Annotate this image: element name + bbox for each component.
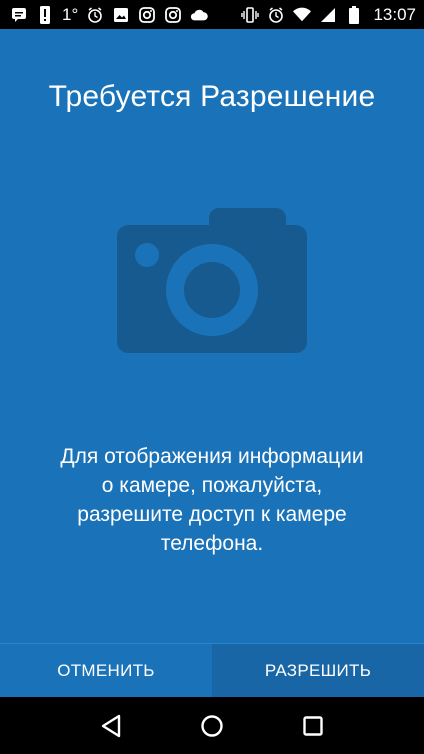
- message-line: Для отображения информации: [60, 445, 364, 468]
- cancel-button[interactable]: ОТМЕНИТЬ: [0, 644, 212, 697]
- dialog-title: Требуется Разрешение: [48, 80, 376, 113]
- recents-icon[interactable]: [298, 711, 328, 741]
- status-right-group: 13:07: [241, 5, 416, 25]
- status-left-group: 1°: [10, 4, 209, 24]
- signal-icon: [319, 6, 337, 24]
- dialog-message: Для отображения информации о камере, пож…: [20, 442, 404, 558]
- status-clock: 13:07: [373, 4, 416, 24]
- home-icon[interactable]: [197, 711, 227, 741]
- status-bar: 1° 13:07: [0, 0, 424, 29]
- alarm-icon: [86, 6, 104, 24]
- message-line: о камере, пожалуйста,: [101, 474, 323, 497]
- instagram-icon: [164, 6, 182, 24]
- back-icon[interactable]: [96, 711, 126, 741]
- image-icon: [112, 6, 130, 24]
- instagram-icon: [138, 6, 156, 24]
- alarm-icon: [267, 6, 285, 24]
- allow-button[interactable]: РАЗРЕШИТЬ: [212, 644, 424, 697]
- vibrate-icon: [241, 6, 260, 24]
- message-line: телефона.: [160, 532, 264, 555]
- alert-icon: [36, 5, 54, 24]
- camera-icon: [117, 207, 307, 353]
- temperature-text: 1°: [62, 4, 79, 24]
- chat-icon: [10, 6, 28, 24]
- navigation-bar: [0, 697, 424, 754]
- wifi-icon: [293, 6, 312, 24]
- dialog-button-bar: ОТМЕНИТЬ РАЗРЕШИТЬ: [0, 643, 424, 697]
- message-line: разрешите доступ к камере: [77, 503, 347, 526]
- permission-screen: 1° 13:07 Требуется Разрешение Для отобра…: [0, 0, 424, 754]
- battery-icon: [345, 5, 363, 24]
- cloud-icon: [190, 6, 209, 24]
